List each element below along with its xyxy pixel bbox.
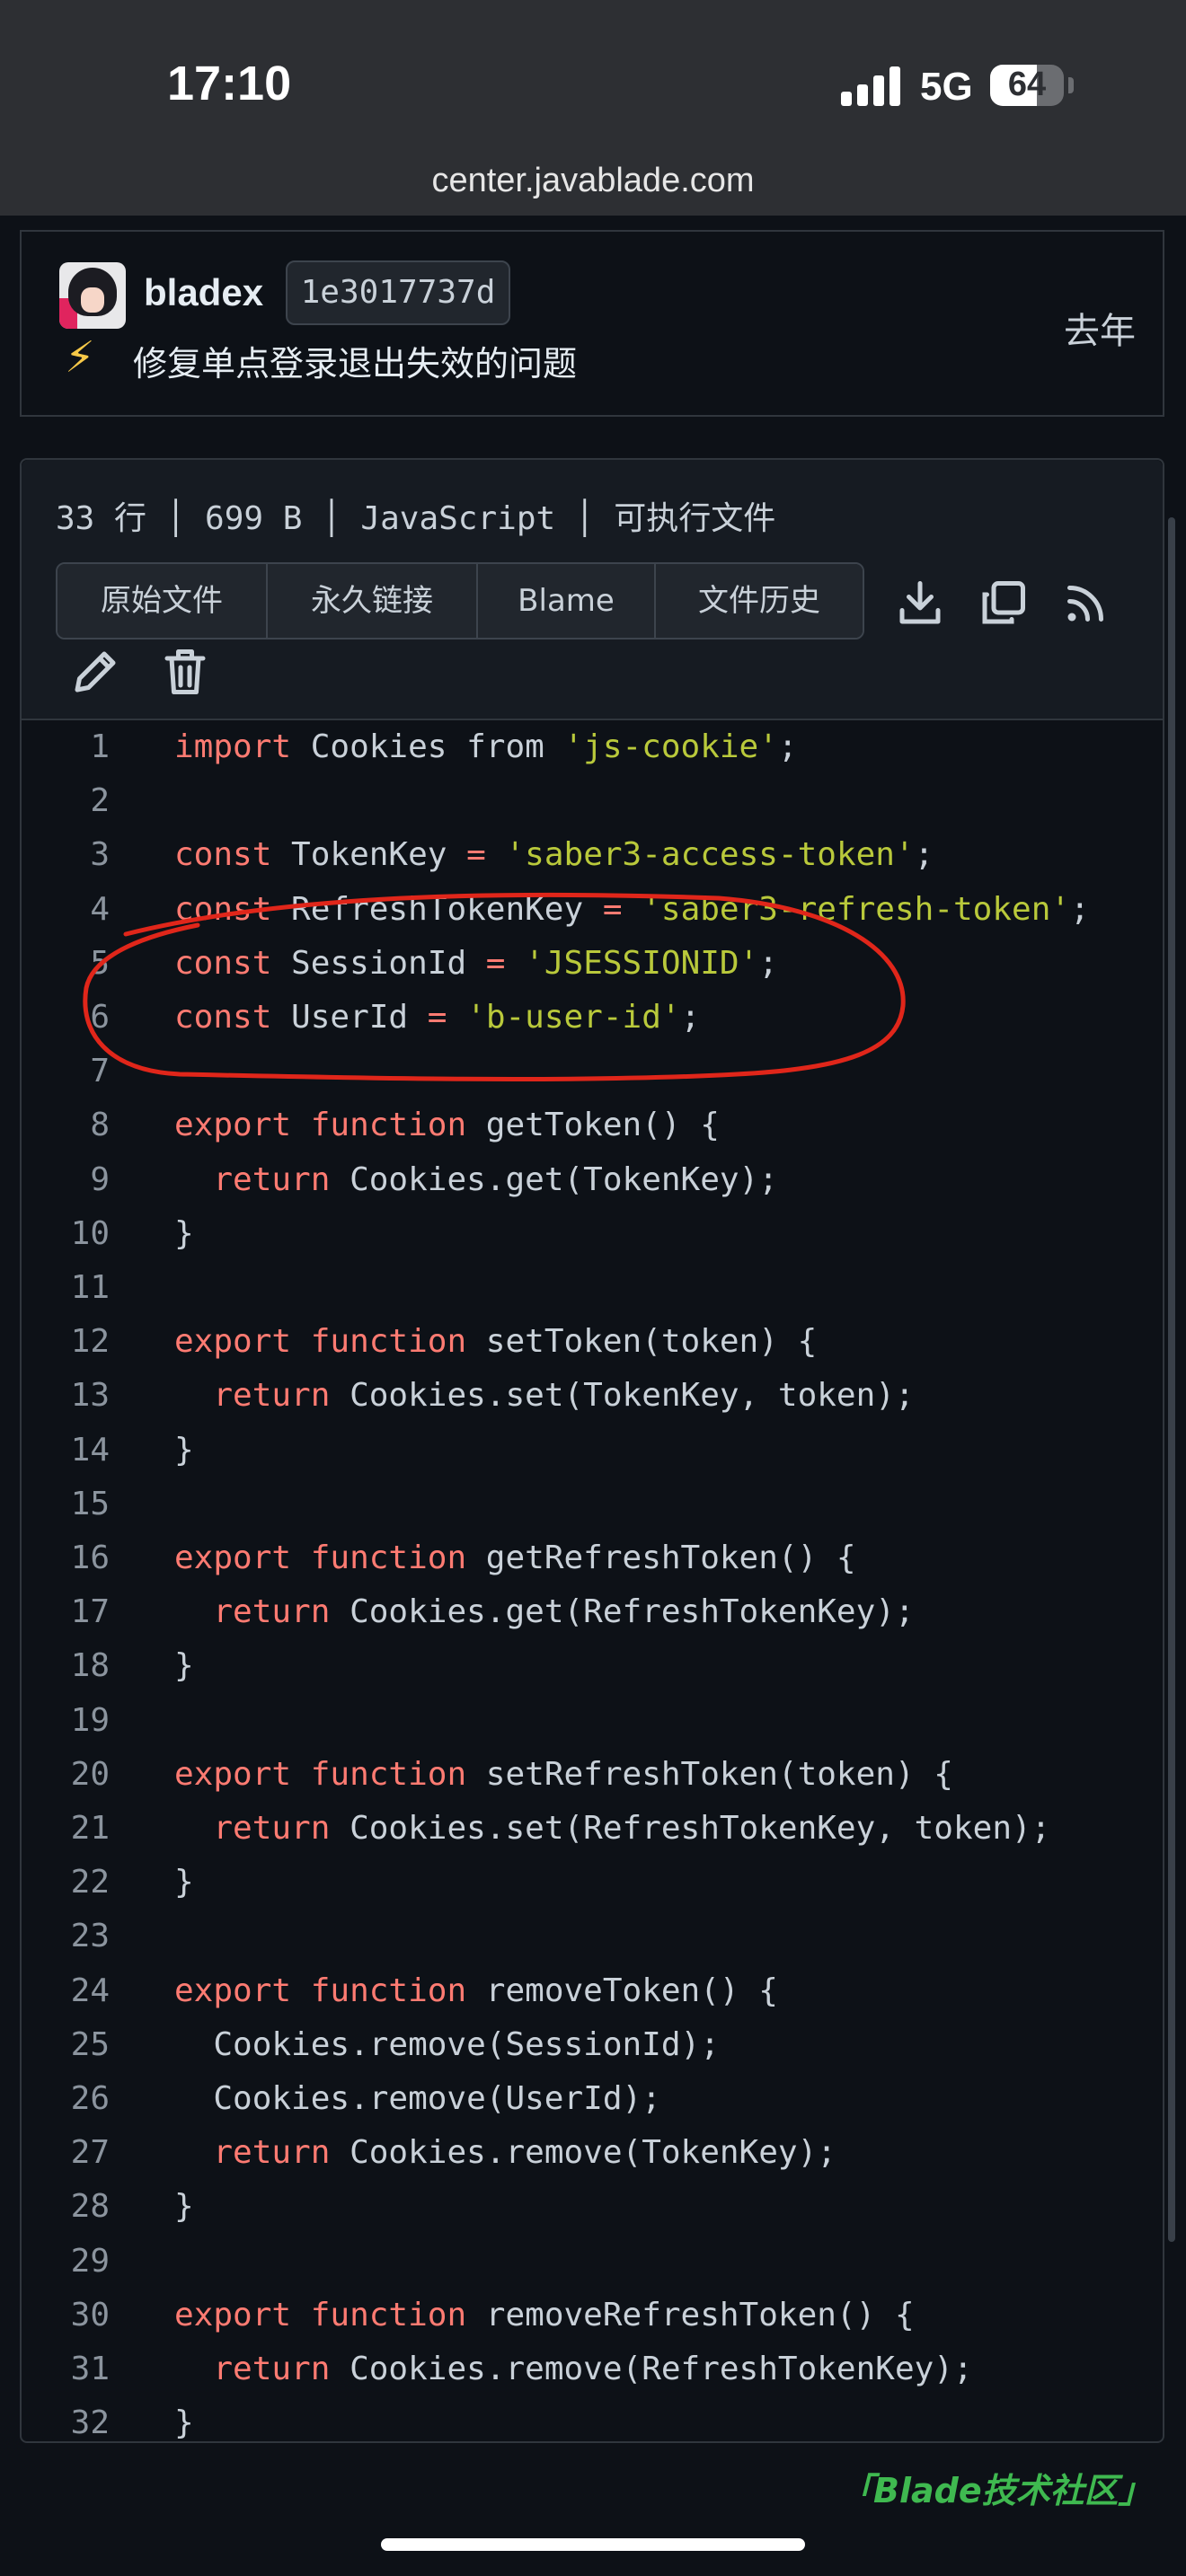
line-code: export function removeRefreshToken() { xyxy=(174,2296,915,2333)
line-number[interactable]: 4 xyxy=(22,883,110,937)
commit-message[interactable]: 修复单点登录退出失效的问题 xyxy=(133,336,577,385)
file-viewer: 33 行 │ 699 B │ JavaScript │ 可执行文件 原始文件 永… xyxy=(20,458,1164,2443)
line-code: return Cookies.remove(RefreshTokenKey); xyxy=(213,2351,973,2387)
line-number[interactable]: 13 xyxy=(22,1369,110,1423)
file-button-group: 原始文件 永久链接 Blame 文件历史 xyxy=(56,562,864,640)
line-number[interactable]: 8 xyxy=(22,1098,110,1152)
network-type: 5G xyxy=(920,65,973,109)
line-number[interactable]: 12 xyxy=(22,1315,110,1369)
line-number[interactable]: 6 xyxy=(22,991,110,1045)
line-number[interactable]: 16 xyxy=(22,1531,110,1585)
commit-sha-button[interactable]: 1e3017737d xyxy=(286,260,510,325)
blame-button[interactable]: Blame xyxy=(478,564,656,638)
file-history-button[interactable]: 文件历史 xyxy=(656,564,863,638)
clock: 17:10 xyxy=(167,57,292,110)
address-bar[interactable]: center.javablade.com xyxy=(0,162,1186,200)
copy-icon[interactable] xyxy=(976,577,1030,631)
line-number[interactable]: 5 xyxy=(22,937,110,991)
line-code: const UserId = 'b-user-id'; xyxy=(174,999,701,1036)
line-number[interactable]: 2 xyxy=(22,774,110,828)
line-number[interactable]: 1 xyxy=(22,720,110,774)
line-code: return Cookies.get(TokenKey); xyxy=(213,1160,778,1198)
line-number[interactable]: 29 xyxy=(22,2235,110,2289)
line-number[interactable]: 17 xyxy=(22,1585,110,1639)
line-code: return Cookies.remove(TokenKey); xyxy=(213,2134,836,2172)
line-code: } xyxy=(174,1647,194,1685)
line-number[interactable]: 7 xyxy=(22,1045,110,1098)
author-avatar[interactable] xyxy=(59,262,126,329)
line-code: return Cookies.set(RefreshTokenKey, toke… xyxy=(213,1810,1051,1847)
line-code: export function setToken(token) { xyxy=(174,1323,818,1361)
line-code: } xyxy=(174,1214,194,1252)
line-number[interactable]: 30 xyxy=(22,2289,110,2342)
commit-time: 去年 xyxy=(1064,311,1136,352)
line-number[interactable]: 14 xyxy=(22,1424,110,1478)
line-code: export function setRefreshToken(token) { xyxy=(174,1755,953,1793)
trash-icon[interactable] xyxy=(158,645,212,699)
line-code: export function getToken() { xyxy=(174,1107,720,1144)
line-code: import Cookies from 'js-cookie'; xyxy=(174,728,798,765)
line-number[interactable]: 3 xyxy=(22,828,110,882)
file-meta: 33 行 │ 699 B │ JavaScript │ 可执行文件 xyxy=(56,500,776,537)
line-number[interactable]: 25 xyxy=(22,2018,110,2072)
line-number[interactable]: 28 xyxy=(22,2180,110,2234)
rss-icon[interactable] xyxy=(1058,577,1112,631)
line-code: } xyxy=(174,2404,194,2442)
latest-commit: bladex 1e3017737d ⚡ 修复单点登录退出失效的问题 去年 xyxy=(20,230,1164,417)
download-icon[interactable] xyxy=(893,577,947,631)
line-number[interactable]: 24 xyxy=(22,1964,110,2018)
line-number[interactable]: 22 xyxy=(22,1856,110,1910)
line-code: } xyxy=(174,1431,194,1469)
browser-top-bar: 17:10 5G 64 center.javablade.com xyxy=(0,0,1186,216)
line-number[interactable]: 9 xyxy=(22,1153,110,1207)
line-number[interactable]: 26 xyxy=(22,2072,110,2126)
scrollbar[interactable] xyxy=(1168,517,1175,2242)
file-header: 33 行 │ 699 B │ JavaScript │ 可执行文件 原始文件 永… xyxy=(22,460,1163,720)
line-number[interactable]: 27 xyxy=(22,2126,110,2180)
battery-icon: 64 xyxy=(990,65,1064,106)
line-code: } xyxy=(174,2188,194,2226)
line-number[interactable]: 15 xyxy=(22,1478,110,1531)
line-number[interactable]: 11 xyxy=(22,1261,110,1315)
line-number[interactable]: 23 xyxy=(22,1910,110,1963)
line-code: export function getRefreshToken() { xyxy=(174,1539,856,1576)
commit-author[interactable]: bladex xyxy=(144,271,263,314)
battery-tip xyxy=(1068,77,1074,93)
line-number[interactable]: 32 xyxy=(22,2396,110,2450)
line-number[interactable]: 19 xyxy=(22,1694,110,1748)
edit-icon[interactable] xyxy=(68,645,122,699)
line-number[interactable]: 20 xyxy=(22,1748,110,1802)
cellular-signal-icon xyxy=(841,66,902,106)
battery-percent: 64 xyxy=(1007,66,1047,103)
line-number[interactable]: 18 xyxy=(22,1639,110,1693)
home-indicator xyxy=(381,2538,805,2551)
line-code: const TokenKey = 'saber3-access-token'; xyxy=(174,836,934,874)
line-number[interactable]: 21 xyxy=(22,1802,110,1856)
line-code: const SessionId = 'JSESSIONID'; xyxy=(174,944,778,982)
watermark: 「Blade技术社区」 xyxy=(839,2471,1153,2510)
line-number[interactable]: 10 xyxy=(22,1207,110,1261)
permalink-button[interactable]: 永久链接 xyxy=(268,564,478,638)
line-code: Cookies.remove(UserId); xyxy=(174,2080,661,2117)
line-code: return Cookies.set(TokenKey, token); xyxy=(213,1377,915,1415)
raw-file-button[interactable]: 原始文件 xyxy=(58,564,268,638)
line-number[interactable]: 31 xyxy=(22,2342,110,2396)
zap-emoji: ⚡ xyxy=(65,332,95,383)
line-code: Cookies.remove(SessionId); xyxy=(174,2025,720,2063)
line-code: } xyxy=(174,1864,194,1901)
line-code: const RefreshTokenKey = 'saber3-refresh-… xyxy=(174,890,1090,928)
line-code: export function removeToken() { xyxy=(174,1972,778,2009)
line-code: return Cookies.get(RefreshTokenKey); xyxy=(213,1593,915,1631)
